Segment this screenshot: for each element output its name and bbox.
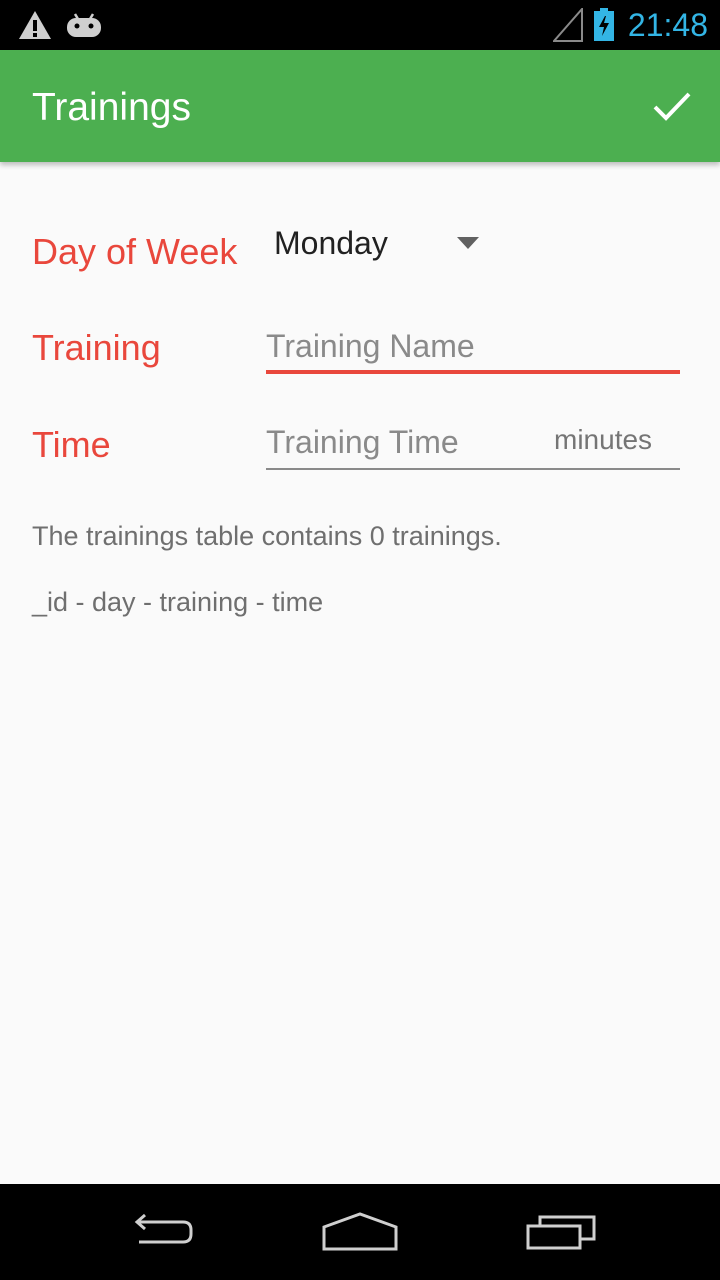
screen: 21:48 Trainings Day of Week Monday Train… [0, 0, 720, 1280]
training-time-input[interactable] [266, 418, 536, 466]
battery-charging-icon [593, 8, 615, 46]
navigation-bar [0, 1184, 720, 1280]
check-icon [653, 92, 691, 121]
recents-button[interactable] [514, 1202, 610, 1262]
training-name-input[interactable] [266, 322, 680, 370]
day-of-week-spinner[interactable]: Monday [266, 214, 496, 274]
training-time-underline [266, 468, 680, 470]
training-label: Training [32, 327, 161, 368]
dropdown-arrow-icon [457, 237, 479, 249]
training-time-field: minutes [266, 418, 680, 470]
back-button[interactable] [112, 1202, 208, 1262]
training-name-underline [266, 370, 680, 374]
training-name-field [266, 322, 680, 374]
trainings-count-text: The trainings table contains 0 trainings… [32, 521, 502, 551]
warning-icon [18, 10, 52, 44]
status-clock: 21:48 [627, 7, 708, 43]
home-button[interactable] [312, 1202, 408, 1262]
day-of-week-value: Monday [274, 225, 388, 261]
recents-icon [526, 1215, 596, 1250]
day-of-week-label: Day of Week [32, 231, 238, 272]
status-bar: 21:48 [0, 0, 720, 50]
android-debug-icon [66, 11, 102, 43]
table-columns-text: _id - day - training - time [32, 587, 324, 617]
back-icon [134, 1213, 193, 1244]
signal-icon [551, 6, 583, 46]
time-unit-label: minutes [554, 424, 653, 455]
time-label: Time [32, 424, 111, 465]
home-icon [322, 1212, 398, 1251]
app-bar: Trainings [0, 50, 720, 162]
save-button[interactable] [640, 76, 704, 136]
page-title: Trainings [32, 86, 191, 129]
